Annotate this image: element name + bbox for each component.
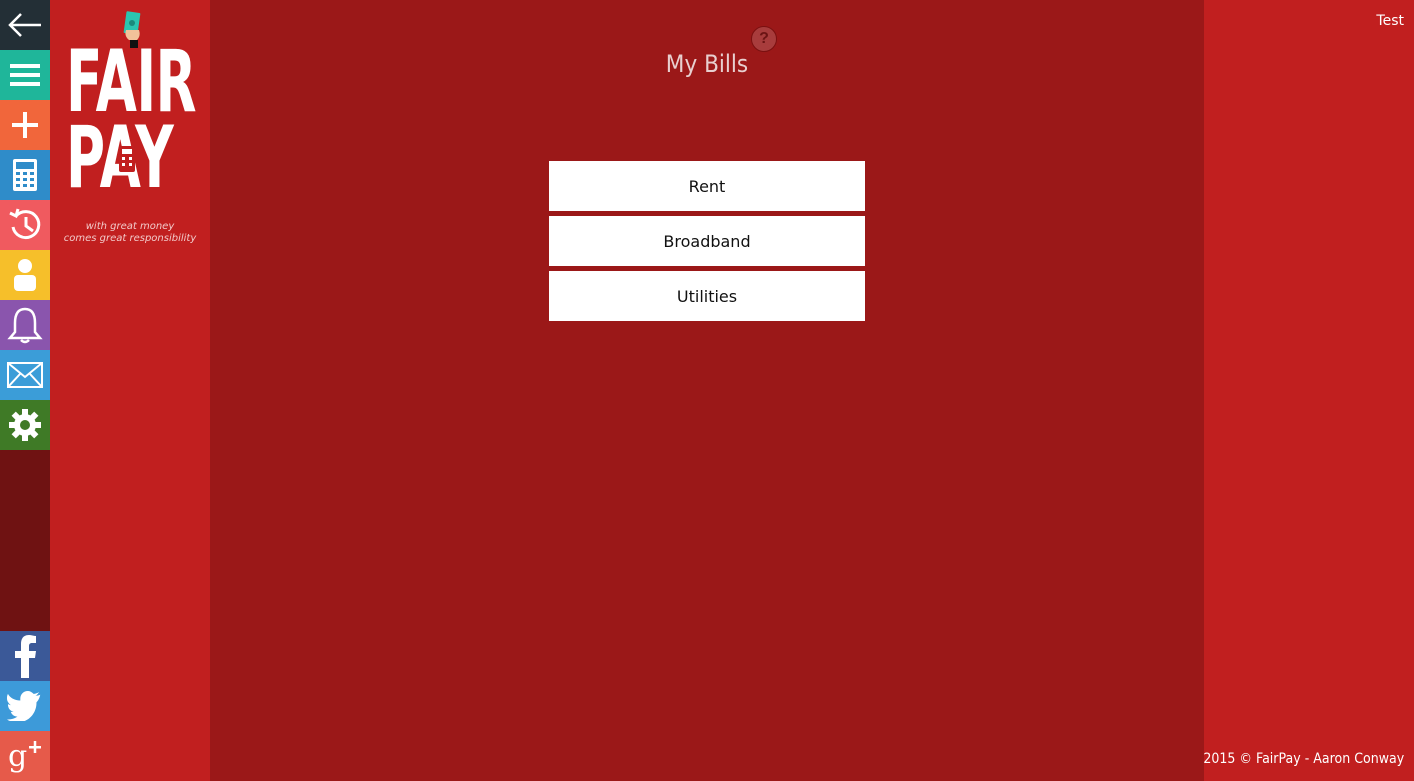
facebook-icon xyxy=(15,635,36,678)
history-button[interactable] xyxy=(0,200,50,250)
username-link[interactable]: Test xyxy=(1376,13,1404,29)
footer-copyright: 2015 © FairPay - Aaron Conway xyxy=(1203,751,1404,767)
menu-button[interactable] xyxy=(0,50,50,100)
gear-icon xyxy=(9,409,41,441)
bill-button-broadband[interactable]: Broadband xyxy=(549,216,865,266)
calculator-button[interactable] xyxy=(0,150,50,200)
right-column: Test 2015 © FairPay - Aaron Conway xyxy=(1203,0,1414,781)
svg-text:g: g xyxy=(8,739,27,773)
settings-button[interactable] xyxy=(0,400,50,450)
twitter-button[interactable] xyxy=(0,681,50,731)
add-button[interactable] xyxy=(0,100,50,150)
google-plus-icon: g xyxy=(8,739,41,773)
bill-button-utilities[interactable]: Utilities xyxy=(549,271,865,321)
icon-sidebar: g xyxy=(0,0,50,781)
notifications-button[interactable] xyxy=(0,300,50,350)
plus-icon xyxy=(12,112,38,138)
google-plus-button[interactable]: g xyxy=(0,731,50,781)
arrow-left-icon xyxy=(8,13,41,37)
clock-history-icon xyxy=(9,208,41,240)
profile-button[interactable] xyxy=(0,250,50,300)
back-button[interactable] xyxy=(0,0,50,50)
logo-column: FAIR PAY with great money comes great re… xyxy=(50,0,210,781)
page-title: My Bills xyxy=(665,50,749,78)
hamburger-icon xyxy=(10,64,40,86)
help-button[interactable]: ? xyxy=(751,26,777,52)
calculator-logo-icon xyxy=(119,146,135,172)
main-content: ? My Bills Rent Broadband Utilities xyxy=(210,0,1204,781)
facebook-button[interactable] xyxy=(0,631,50,681)
logo-tagline-2: comes great responsibility xyxy=(63,233,197,244)
bill-button-rent[interactable]: Rent xyxy=(549,161,865,211)
bell-icon xyxy=(7,307,43,344)
person-icon xyxy=(14,259,36,291)
envelope-icon xyxy=(7,362,43,388)
messages-button[interactable] xyxy=(0,350,50,400)
calculator-icon xyxy=(13,159,37,191)
twitter-icon xyxy=(7,691,41,721)
logo-tagline-1: with great money xyxy=(85,221,175,232)
